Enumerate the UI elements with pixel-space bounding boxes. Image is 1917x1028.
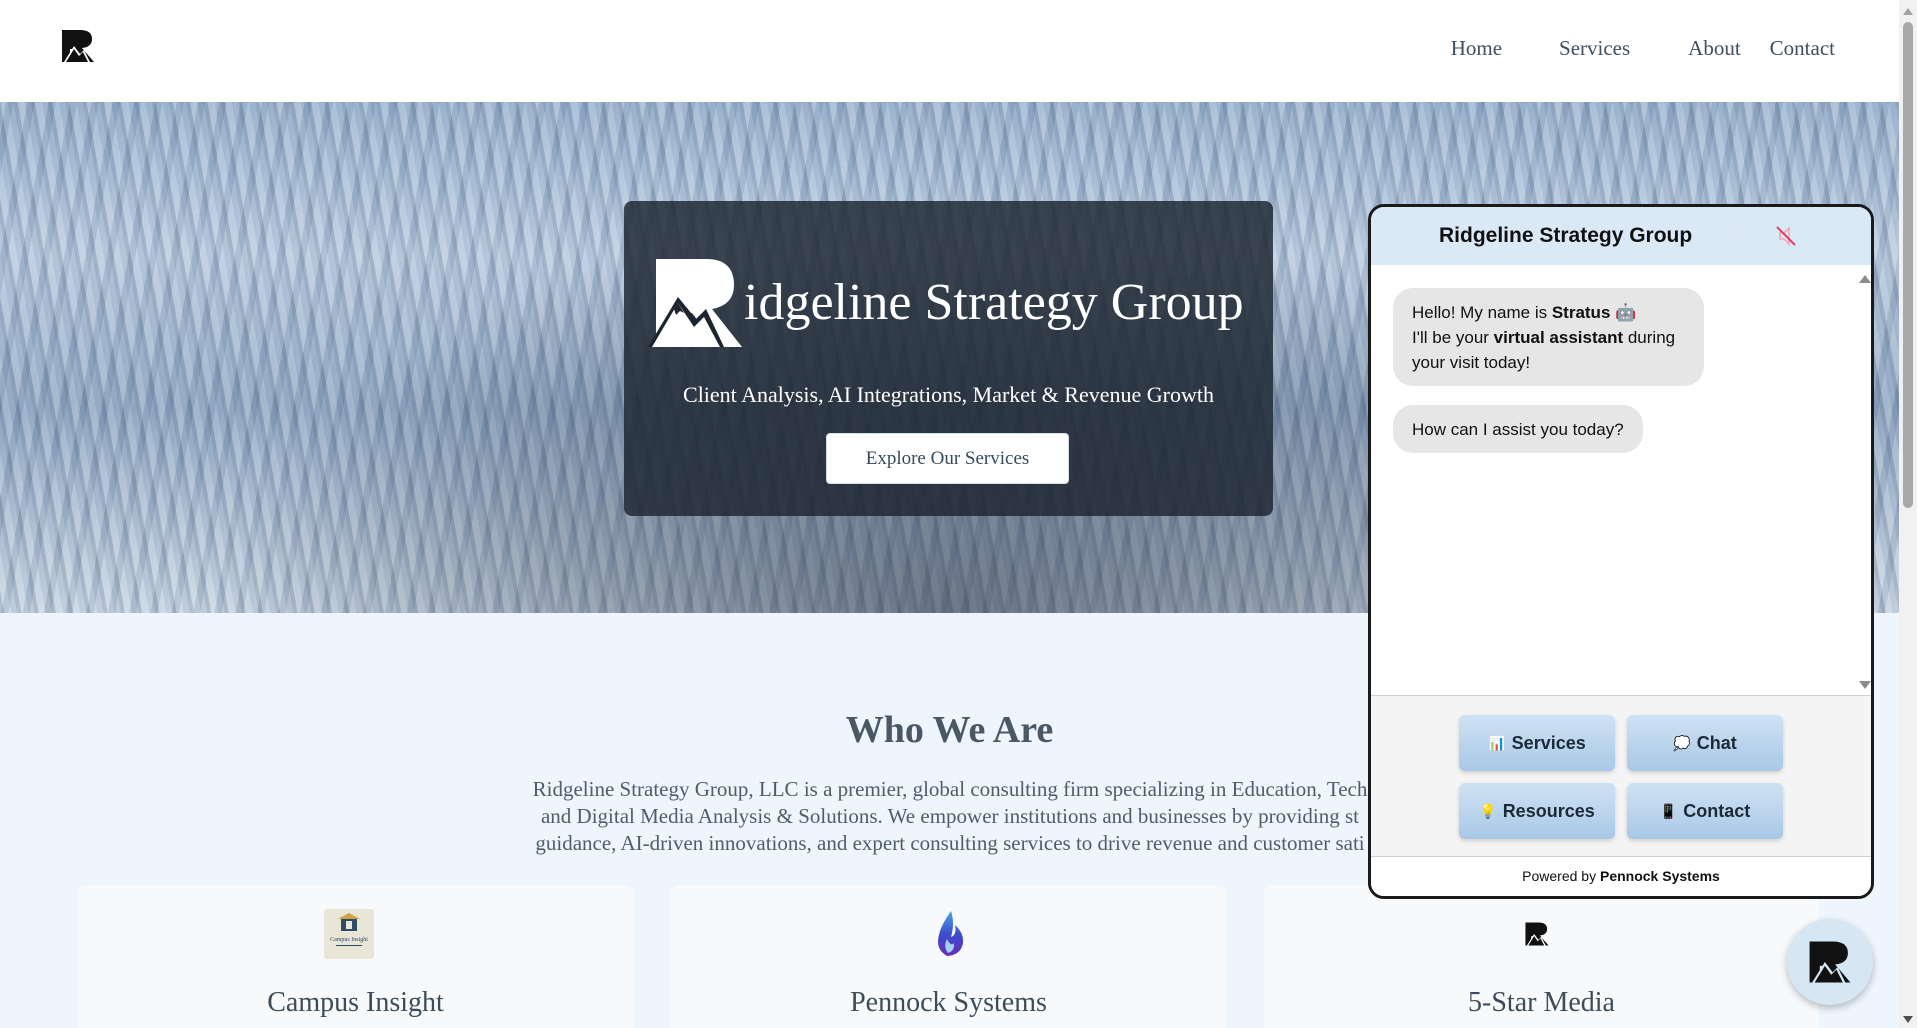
about-line: and Digital Media Analysis & Solutions. … xyxy=(540,804,1360,828)
thought-bubble-icon: 💭 xyxy=(1673,734,1691,751)
nav-services-link[interactable]: Services xyxy=(1559,36,1630,61)
hero-subtitle: Client Analysis, AI Integrations, Market… xyxy=(683,382,1214,407)
flame-icon xyxy=(938,911,964,956)
card-pennock-systems[interactable]: Pennock Systems xyxy=(671,885,1226,1028)
nav-contact-link[interactable]: Contact xyxy=(1770,36,1835,61)
card-title: 5-Star Media xyxy=(1468,987,1615,1018)
bar-chart-icon: 📊 xyxy=(1488,734,1506,751)
refresh-icon[interactable]: ↻ xyxy=(1725,221,1743,247)
site-header: Home Services About Contact xyxy=(0,0,1899,102)
card-5-star-media[interactable]: 5-Star Media xyxy=(1264,885,1819,1028)
scroll-up-arrow-icon[interactable] xyxy=(1903,8,1913,15)
mute-icon[interactable] xyxy=(1775,225,1797,247)
about-line: guidance, AI-driven innovations, and exp… xyxy=(535,831,1365,855)
chat-footer: Powered by Pennock Systems xyxy=(1371,857,1871,896)
phone-icon: 📱 xyxy=(1659,802,1678,819)
chat-title: Ridgeline Strategy Group xyxy=(1439,224,1693,247)
about-line: Ridgeline Strategy Group, LLC is a premi… xyxy=(532,777,1368,801)
chat-contact-button[interactable]: 📱 Contact xyxy=(1627,783,1783,839)
assistant-message: Hello! My name is Stratus 🤖 I'll be your… xyxy=(1393,288,1704,386)
ridgeline-logo-icon[interactable] xyxy=(60,28,96,64)
chat-messages[interactable]: Hello! My name is Stratus 🤖 I'll be your… xyxy=(1371,265,1871,695)
scroll-down-icon[interactable] xyxy=(1859,681,1871,689)
chat-chat-button[interactable]: 💭 Chat xyxy=(1627,715,1783,771)
ridgeline-logo-icon xyxy=(1809,941,1851,983)
main-nav: Home Services About Contact xyxy=(1451,36,1835,61)
scroll-down-arrow-icon[interactable] xyxy=(1903,1016,1913,1023)
explore-services-button[interactable]: Explore Our Services xyxy=(826,433,1069,484)
ridgeline-r-logo-icon xyxy=(648,259,742,347)
chat-quick-actions: 📊 Services 💭 Chat 💡 Resources 📱 Contact xyxy=(1371,695,1871,857)
hero-title: idgeline Strategy Group xyxy=(744,274,1244,331)
assistant-message: How can I assist you today? xyxy=(1393,405,1643,453)
chat-scrollbar[interactable] xyxy=(1857,265,1871,695)
card-title: Campus Insight xyxy=(267,987,444,1018)
card-title: Pennock Systems xyxy=(850,987,1047,1018)
chat-resources-button[interactable]: 💡 Resources xyxy=(1459,783,1615,839)
about-paragraph: Ridgeline Strategy Group, LLC is a premi… xyxy=(450,776,1450,857)
campus-insight-logo-icon: Campus Insight xyxy=(324,909,374,959)
nav-home-link[interactable]: Home xyxy=(1451,36,1502,61)
chat-services-button[interactable]: 📊 Services xyxy=(1459,715,1615,771)
campus-logo-text: Campus Insight xyxy=(330,937,368,943)
card-campus-insight[interactable]: Campus Insight Campus Insight xyxy=(78,885,633,1028)
scroll-thumb[interactable] xyxy=(1903,22,1913,508)
ridgeline-logo-icon xyxy=(1525,922,1549,946)
scroll-up-icon[interactable] xyxy=(1859,275,1871,283)
page-scrollbar[interactable] xyxy=(1899,0,1917,1028)
chat-header: Ridgeline Strategy Group ↻ xyxy=(1371,207,1871,265)
chat-launcher-button[interactable] xyxy=(1787,919,1873,1005)
chat-widget: Ridgeline Strategy Group ↻ Hello! My nam… xyxy=(1368,204,1874,899)
nav-about-link[interactable]: About xyxy=(1688,36,1741,61)
hero-card: idgeline Strategy Group Client Analysis,… xyxy=(624,201,1273,516)
lightbulb-icon: 💡 xyxy=(1479,802,1497,819)
pennock-systems-link[interactable]: Pennock Systems xyxy=(1600,868,1720,884)
